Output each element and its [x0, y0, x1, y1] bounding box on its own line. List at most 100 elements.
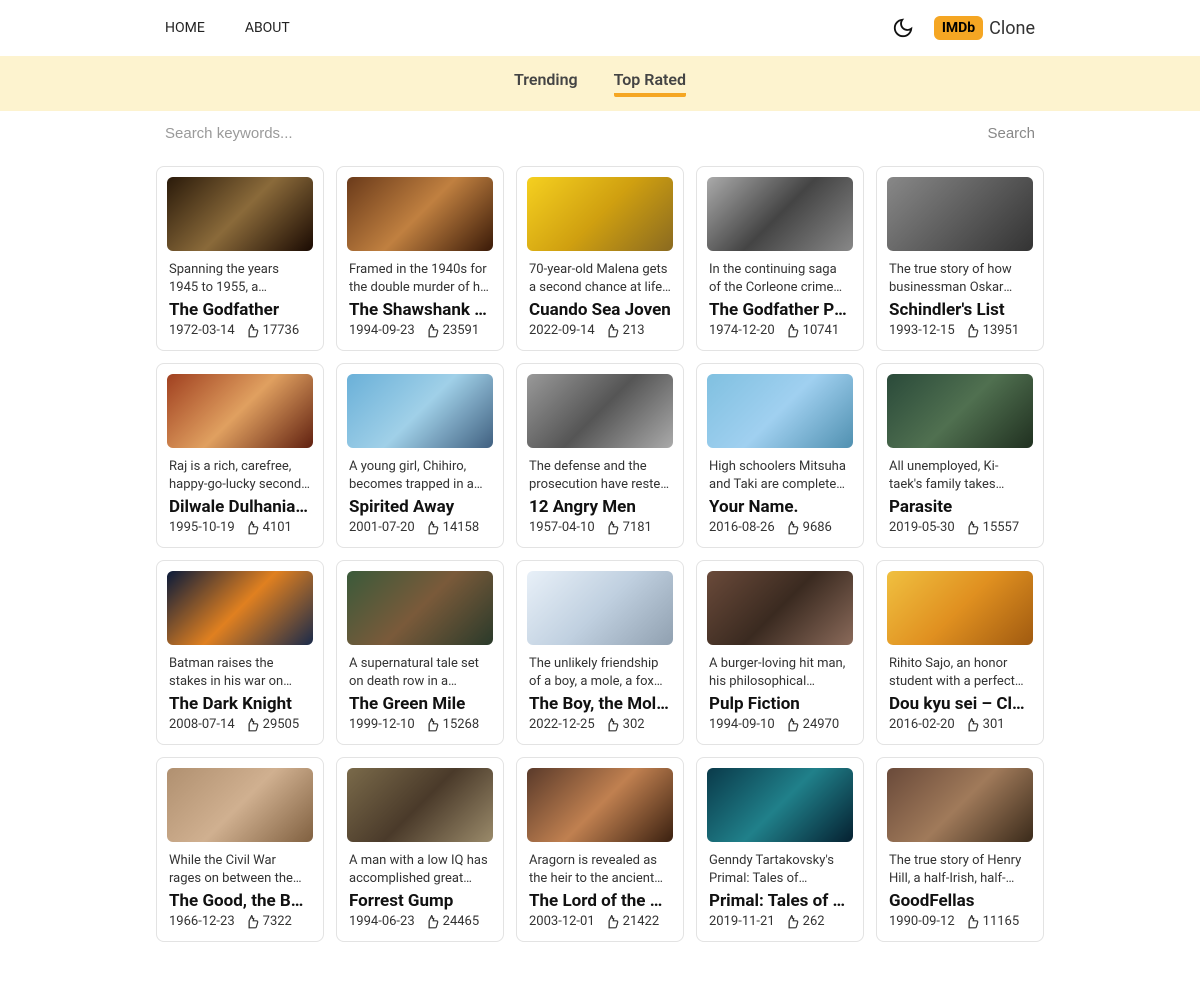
movie-title: The Good, the Bad and the Ugly: [169, 891, 311, 911]
movie-title: Spirited Away: [349, 497, 491, 517]
movie-date: 1994-06-23: [349, 914, 415, 929]
movie-description: All unemployed, Ki-taek's family takes p…: [889, 458, 1031, 493]
movie-date: 1974-12-20: [709, 323, 775, 338]
movie-card[interactable]: 70-year-old Malena gets a second chance …: [516, 166, 684, 351]
search-input[interactable]: [165, 125, 987, 142]
thumbs-up-icon: [245, 520, 259, 535]
search-button[interactable]: Search: [987, 125, 1035, 142]
movie-card[interactable]: Framed in the 1940s for the double murde…: [336, 166, 504, 351]
movie-likes: 15557: [965, 520, 1020, 535]
movie-likes: 302: [605, 717, 645, 732]
movie-likes: 7322: [245, 914, 292, 929]
movie-likes: 13951: [965, 323, 1020, 338]
movie-card[interactable]: Aragorn is revealed as the heir to the a…: [516, 757, 684, 942]
movie-poster: [877, 758, 1043, 842]
movie-card[interactable]: Spanning the years 1945 to 1955, a chron…: [156, 166, 324, 351]
card-body: All unemployed, Ki-taek's family takes p…: [877, 448, 1043, 547]
movie-card[interactable]: While the Civil War rages on between the…: [156, 757, 324, 942]
card-body: The true story of Henry Hill, a half-Iri…: [877, 842, 1043, 941]
movie-title: The Godfather: [169, 300, 311, 320]
movie-date: 2022-09-14: [529, 323, 595, 338]
movie-card[interactable]: In the continuing saga of the Corleone c…: [696, 166, 864, 351]
movie-description: The unlikely friendship of a boy, a mole…: [529, 655, 671, 690]
movie-description: Aragorn is revealed as the heir to the a…: [529, 852, 671, 887]
thumbs-up-icon: [785, 914, 799, 929]
movie-likes: 262: [785, 914, 825, 929]
thumbs-up-icon: [605, 717, 619, 732]
thumbs-up-icon: [605, 520, 619, 535]
movie-title: Pulp Fiction: [709, 694, 851, 714]
logo-badge: IMDb: [934, 16, 983, 40]
movie-card[interactable]: A burger-loving hit man, his philosophic…: [696, 560, 864, 745]
movie-title: The Dark Knight: [169, 694, 311, 714]
movie-card[interactable]: The true story of how businessman Oskar …: [876, 166, 1044, 351]
tab-top-rated[interactable]: Top Rated: [614, 70, 686, 97]
movie-card[interactable]: A young girl, Chihiro, becomes trapped i…: [336, 363, 504, 548]
likes-count: 15268: [443, 717, 480, 732]
movie-description: The true story of Henry Hill, a half-Iri…: [889, 852, 1031, 887]
movie-poster: [877, 561, 1043, 645]
thumbs-up-icon: [965, 323, 979, 338]
movie-date: 2016-02-20: [889, 717, 955, 732]
dark-mode-icon[interactable]: [892, 17, 914, 39]
movie-title: Dilwale Dulhania Le Jayenge: [169, 497, 311, 517]
card-body: A burger-loving hit man, his philosophic…: [697, 645, 863, 744]
movie-card[interactable]: A supernatural tale set on death row in …: [336, 560, 504, 745]
thumbs-up-icon: [605, 323, 619, 338]
likes-count: 302: [623, 717, 645, 732]
movie-description: The true story of how businessman Oskar …: [889, 261, 1031, 296]
movie-title: Cuando Sea Joven: [529, 300, 671, 320]
movie-poster: [697, 364, 863, 448]
movie-description: While the Civil War rages on between the…: [169, 852, 311, 887]
tab-trending[interactable]: Trending: [514, 70, 578, 97]
movie-card[interactable]: All unemployed, Ki-taek's family takes p…: [876, 363, 1044, 548]
movie-card[interactable]: Rihito Sajo, an honor student with a per…: [876, 560, 1044, 745]
movie-likes: 17736: [245, 323, 300, 338]
movie-card[interactable]: Batman raises the stakes in his war on c…: [156, 560, 324, 745]
thumbs-up-icon: [965, 914, 979, 929]
movie-poster: [697, 167, 863, 251]
movie-poster: [877, 364, 1043, 448]
movie-meta: 1994-09-2323591: [349, 323, 491, 338]
movie-description: Framed in the 1940s for the double murde…: [349, 261, 491, 296]
movie-date: 1993-12-15: [889, 323, 955, 338]
movie-meta: 2022-09-14213: [529, 323, 671, 338]
nav-link-about[interactable]: ABOUT: [245, 20, 290, 36]
movie-poster: [337, 364, 503, 448]
movie-description: Spanning the years 1945 to 1955, a chron…: [169, 261, 311, 296]
movie-card[interactable]: A man with a low IQ has accomplished gre…: [336, 757, 504, 942]
movie-meta: 2022-12-25 302: [529, 717, 671, 732]
logo-text: Clone: [989, 18, 1035, 39]
likes-count: 13951: [983, 323, 1020, 338]
nav-link-home[interactable]: HOME: [165, 20, 205, 36]
thumbs-up-icon: [605, 914, 619, 929]
movie-title: The Boy, the Mole, the Fox and the Horse: [529, 694, 671, 714]
card-body: While the Civil War rages on between the…: [157, 842, 323, 941]
likes-count: 14158: [443, 520, 480, 535]
movie-card[interactable]: The true story of Henry Hill, a half-Iri…: [876, 757, 1044, 942]
movie-description: Rihito Sajo, an honor student with a per…: [889, 655, 1031, 690]
movie-description: 70-year-old Malena gets a second chance …: [529, 261, 671, 296]
likes-count: 7181: [623, 520, 652, 535]
movie-card[interactable]: The unlikely friendship of a boy, a mole…: [516, 560, 684, 745]
movie-meta: 1994-09-1024970: [709, 717, 851, 732]
logo[interactable]: IMDb Clone: [934, 16, 1035, 40]
movie-likes: 23591: [425, 323, 480, 338]
movie-likes: 10741: [785, 323, 840, 338]
thumbs-up-icon: [425, 717, 439, 732]
movie-poster: [157, 167, 323, 251]
movie-likes: 14158: [425, 520, 480, 535]
movie-likes: 7181: [605, 520, 652, 535]
movie-card[interactable]: Genndy Tartakovsky's Primal: Tales of Sa…: [696, 757, 864, 942]
likes-count: 17736: [263, 323, 300, 338]
movie-meta: 1972-03-1417736: [169, 323, 311, 338]
movie-date: 1990-09-12: [889, 914, 955, 929]
card-body: The true story of how businessman Oskar …: [877, 251, 1043, 350]
movie-meta: 1995-10-194101: [169, 520, 311, 535]
movie-card[interactable]: High schoolers Mitsuha and Taki are comp…: [696, 363, 864, 548]
movie-likes: 29505: [245, 717, 300, 732]
movie-date: 2022-12-25: [529, 717, 595, 732]
movie-meta: 2003-12-0121422: [529, 914, 671, 929]
movie-card[interactable]: The defense and the prosecution have res…: [516, 363, 684, 548]
movie-card[interactable]: Raj is a rich, carefree, happy-go-lucky …: [156, 363, 324, 548]
